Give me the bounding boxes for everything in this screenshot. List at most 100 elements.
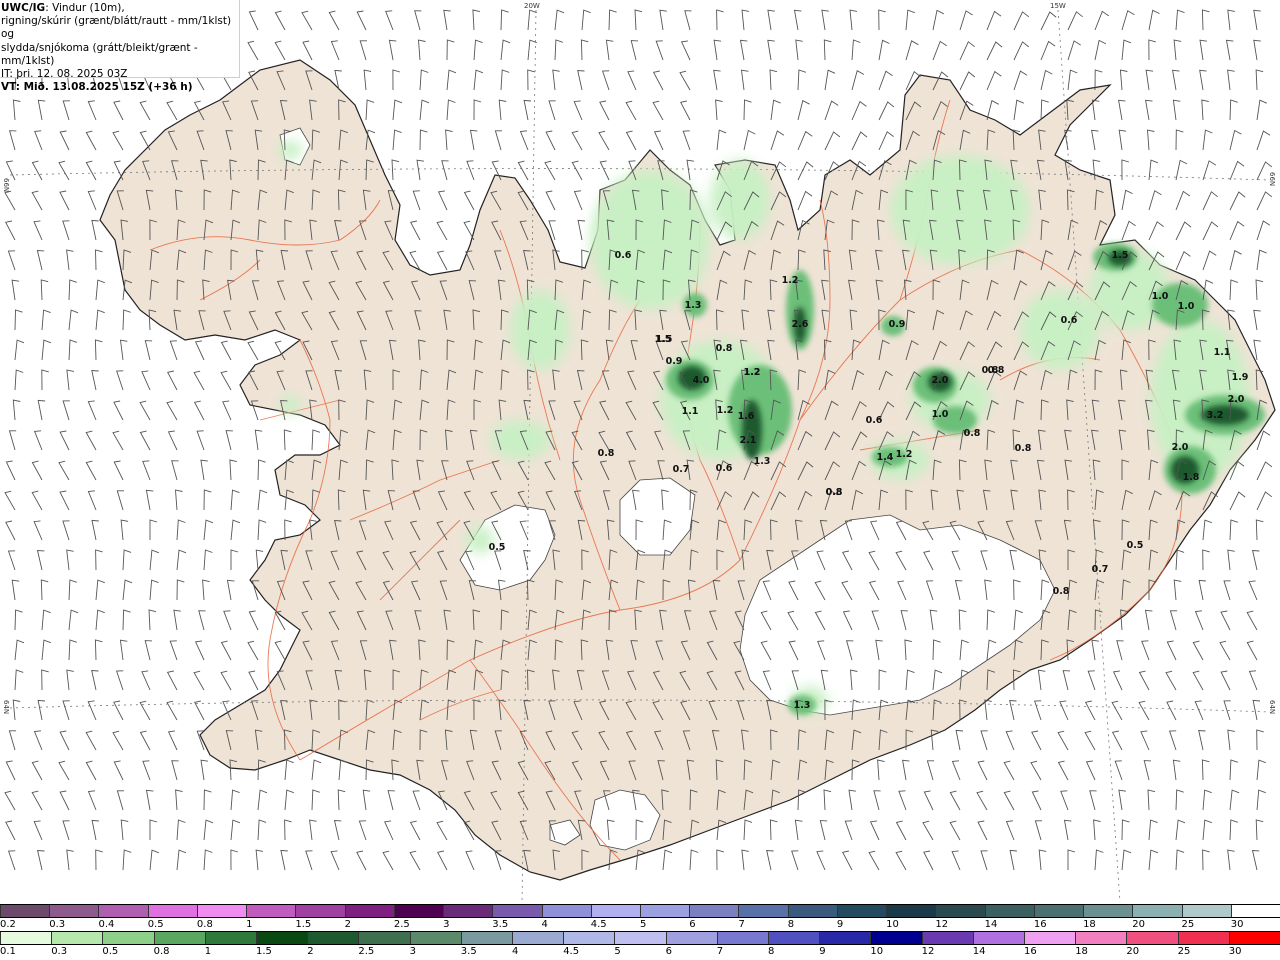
graticule-label-66n-right: 66N — [1268, 172, 1276, 186]
precip-value-label: 2.0 — [1172, 442, 1189, 453]
valid-time: VT: Mið. 13.08.2025 15Z (+36 h) — [1, 81, 193, 94]
snow-legend-label: 20 — [1132, 919, 1146, 930]
snow-legend-swatch — [246, 905, 296, 917]
snow-legend-swatch — [344, 905, 394, 917]
rain-legend-label: 25 — [1177, 946, 1191, 957]
precip-value-label: 0.6 — [716, 463, 733, 474]
snow-legend-swatch — [393, 905, 444, 917]
precip-value-label: 1.1 — [1214, 347, 1231, 358]
forecast-map: 20W 15W 66N 66N 64N 64N 0.61.51.31.50.90… — [0, 0, 1280, 902]
rain-legend-label: 3.5 — [460, 946, 477, 957]
snow-legend-swatch — [984, 905, 1034, 917]
snow-legend-bar — [0, 904, 1280, 918]
rain-legend-swatch — [870, 932, 922, 944]
snow-legend-label: 0.3 — [49, 919, 66, 930]
rain-legend-swatch — [460, 932, 512, 944]
snow-legend-label: 30 — [1230, 919, 1244, 930]
rain-legend-swatch — [563, 932, 615, 944]
snow-legend-swatch — [836, 905, 887, 917]
rain-legend-label: 6 — [665, 946, 672, 957]
precip-value-label: 0.8 — [1053, 586, 1070, 597]
snow-legend-swatch — [590, 905, 640, 917]
snow-legend-label: 9 — [836, 919, 844, 930]
rain-legend-swatch — [51, 932, 103, 944]
snow-legend-swatch — [492, 905, 542, 917]
rain-legend-label: 4.5 — [563, 946, 580, 957]
rain-legend-swatch — [716, 932, 768, 944]
precip-value-label: 0.6 — [866, 415, 883, 426]
precip-value-label: 0.6 — [1061, 315, 1078, 326]
rain-legend-label: 0.1 — [0, 946, 16, 957]
snow-legend-label: 8 — [787, 919, 795, 930]
snow-legend-swatch — [1132, 905, 1182, 917]
precip-value-label: 1.9 — [1232, 372, 1249, 383]
rain-legend-label: 0.3 — [51, 946, 68, 957]
snow-legend-label: 0.4 — [98, 919, 115, 930]
precip-value-label: 1.8 — [1183, 472, 1200, 483]
precip-value-label: 0.6 — [615, 250, 632, 261]
rain-legend-label: 8 — [768, 946, 775, 957]
rain-legend-label: 0.5 — [102, 946, 119, 957]
snow-legend-label: 4 — [541, 919, 548, 930]
precip-value-label: 1.5 — [655, 334, 672, 345]
precip-value-label: 2.6 — [792, 319, 809, 330]
rain-legend-label: 7 — [716, 946, 724, 957]
snow-legend-label: 2.5 — [393, 919, 410, 930]
snow-legend-swatch — [49, 905, 99, 917]
precip-value-label: 0.9 — [666, 356, 683, 367]
snow-legend-label: 0.5 — [147, 919, 164, 930]
snow-legend-label: 7 — [738, 919, 745, 930]
snow-legend-swatch — [1083, 905, 1133, 917]
precip-value-label: 0.8 — [598, 448, 615, 459]
rain-legend-label: 2.5 — [358, 946, 375, 957]
map-info-box: UWC/IG: Vindur (10m), rigning/skúrir (gr… — [0, 0, 240, 93]
rain-legend-label: 12 — [921, 946, 935, 957]
rain-legend-label: 20 — [1126, 946, 1140, 957]
precip-value-label: 1.4 — [877, 452, 894, 463]
rain-legend-swatch — [1177, 932, 1229, 944]
snow-legend-label: 18 — [1083, 919, 1096, 930]
precip-value-label: 0.8 — [1015, 443, 1032, 454]
snow-legend-label: 2 — [344, 919, 351, 930]
precip-value-label: 1.3 — [754, 456, 771, 467]
rain-legend-swatch — [921, 932, 973, 944]
precip-value-label: 1.2 — [717, 405, 734, 416]
snow-legend-swatch — [443, 905, 493, 917]
rain-legend-label: 4 — [512, 946, 519, 957]
snow-legend-labels: 0.2 0.3 0.4 0.5 0.8 1 1.5 2 2.5 3 3.5 4 4.5 5 6 7 8 9 10 12… — [0, 919, 1280, 931]
snow-legend: 0.2 0.3 0.4 0.5 0.8 1 1.5 2 2.5 3 3.5 4 4.5 5 6 7 8 9 10 12… — [0, 904, 1280, 932]
precip-value-label: 1.2 — [896, 449, 913, 460]
snow-legend-swatch — [1181, 905, 1231, 917]
precip-value-label: 4.0 — [693, 375, 710, 386]
graticule-label-64n-left: 64N — [2, 700, 10, 714]
precip-value-label: 1.5 — [1112, 250, 1129, 261]
precip-value-label: 0.5 — [1127, 540, 1144, 551]
map-description-text: : Vindur (10m), — [45, 2, 125, 14]
graticule-label-20w: 20W — [524, 2, 540, 10]
precip-value-label: 1.0 — [1178, 301, 1195, 312]
snow-legend-swatch — [935, 905, 985, 917]
precip-value-label: 1.2 — [744, 367, 761, 378]
rain-legend-swatch — [256, 932, 308, 944]
snow-legend-swatch — [689, 905, 739, 917]
rain-legend-swatch — [512, 932, 564, 944]
rain-legend-swatch — [153, 932, 205, 944]
rain-legend-swatch — [972, 932, 1024, 944]
snow-legend-swatch — [196, 905, 247, 917]
map-description-line2: rigning/skúrir (grænt/blátt/rautt - mm/1… — [1, 15, 232, 41]
precip-value-label: 1.3 — [685, 300, 702, 311]
precip-value-label: 1.3 — [794, 700, 811, 711]
rain-legend-label: 5 — [614, 946, 621, 957]
precip-value-label: 1.0 — [932, 409, 949, 420]
rain-legend-swatch — [204, 932, 256, 944]
rain-legend-swatch — [768, 932, 820, 944]
precip-value-label: 1.0 — [1152, 291, 1169, 302]
graticule-label-66n-left: 66N — [2, 178, 10, 192]
rain-legend-label: 3 — [409, 946, 416, 957]
rain-legend-swatch — [1126, 932, 1178, 944]
rain-legend-label: 1.5 — [256, 946, 272, 957]
snow-legend-label: 1 — [246, 919, 253, 930]
rain-legend-label: 2 — [307, 946, 314, 957]
snow-legend-label: 0.8 — [196, 919, 213, 930]
snow-legend-swatch — [98, 905, 148, 917]
